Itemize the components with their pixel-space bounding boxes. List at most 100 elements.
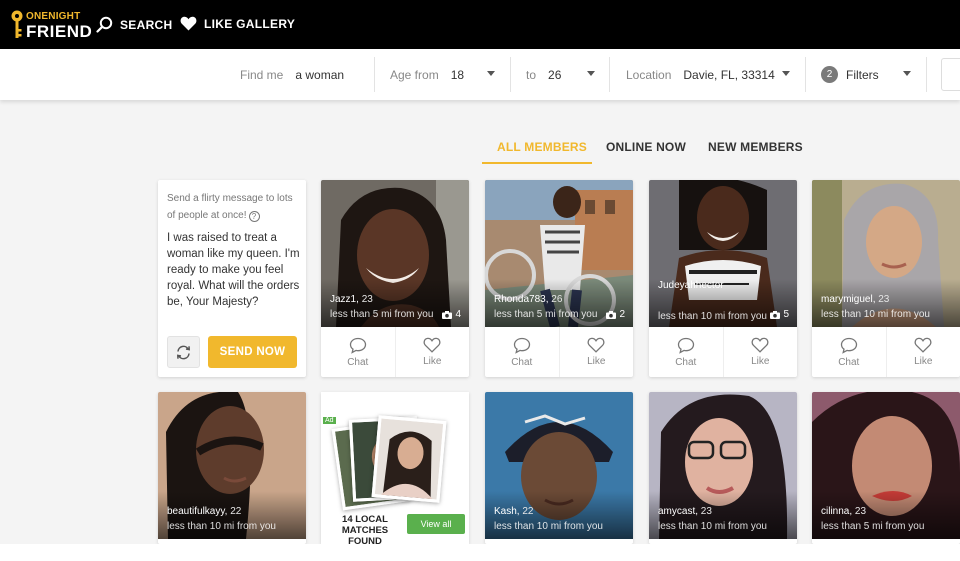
find-me-select[interactable]: Find me a woman	[240, 49, 344, 100]
member-photo[interactable]: marymiguel, 23 less than 10 mi from you	[812, 180, 960, 327]
camera-icon	[442, 310, 453, 319]
chat-bubble-icon	[513, 337, 530, 354]
member-name[interactable]: beautifulkayy, 22	[167, 506, 241, 517]
find-me-value: a woman	[295, 67, 345, 82]
divider	[609, 57, 610, 92]
member-distance: less than 5 mi from you	[494, 309, 598, 320]
member-distance: less than 10 mi from you	[658, 521, 767, 532]
member-actions: Chat Like	[485, 327, 633, 377]
member-card[interactable]: cilinna, 23 less than 5 mi from you	[812, 392, 960, 544]
like-button[interactable]: Like	[394, 327, 470, 377]
like-gallery-nav-label: LIKE GALLERY	[204, 16, 296, 31]
chat-label: Chat	[675, 356, 697, 368]
find-me-label: Find me	[240, 67, 284, 82]
view-all-button[interactable]: View all	[407, 514, 465, 534]
location-select[interactable]: Location Davie, FL, 33314	[626, 49, 775, 100]
member-distance: less than 5 mi from you	[821, 521, 925, 532]
member-photo[interactable]: Jazz1, 23 less than 5 mi from you 4	[321, 180, 469, 327]
heart-outline-icon	[423, 337, 441, 353]
divider	[805, 57, 806, 92]
like-button[interactable]: Like	[885, 327, 960, 377]
member-photo[interactable]: beautifulkayy, 22 less than 10 mi from y…	[158, 392, 306, 539]
tab-online-now[interactable]: ONLINE NOW	[606, 140, 686, 154]
age-from-label: Age from	[390, 67, 439, 82]
active-tab-indicator	[482, 162, 592, 164]
local-matches-ad[interactable]: Ad 14 LOCAL MATCHES FOUND View all	[321, 392, 469, 544]
photo-count[interactable]: 4	[442, 309, 461, 320]
ad-photo-front	[371, 415, 447, 503]
camera-icon	[606, 310, 617, 319]
like-button[interactable]: Like	[722, 327, 798, 377]
member-actions: Chat Like	[812, 327, 960, 377]
flirt-hint-text: Send a flirty message to lots of people …	[167, 193, 293, 221]
member-card[interactable]: marymiguel, 23 less than 10 mi from you …	[812, 180, 960, 377]
member-distance: less than 5 mi from you	[330, 309, 434, 320]
member-distance: less than 10 mi from you	[494, 521, 603, 532]
chat-button[interactable]: Chat	[812, 327, 886, 377]
camera-icon	[770, 310, 781, 319]
member-card[interactable]: amycast, 23 less than 10 mi from you	[649, 392, 797, 544]
age-to-label: to	[526, 67, 537, 82]
tab-all-members[interactable]: ALL MEMBERS	[497, 140, 587, 154]
member-card[interactable]: beautifulkayy, 22 less than 10 mi from y…	[158, 392, 306, 544]
chevron-down-icon[interactable]	[487, 71, 495, 76]
member-name[interactable]: amycast, 23	[658, 506, 712, 517]
location-value: Davie, FL, 33314	[683, 67, 775, 82]
chat-button[interactable]: Chat	[485, 327, 559, 377]
chat-button[interactable]: Chat	[321, 327, 395, 377]
member-distance: less than 10 mi from you	[167, 521, 276, 532]
like-label: Like	[423, 356, 442, 367]
chevron-down-icon[interactable]	[903, 71, 911, 76]
onenight-friend-logo[interactable]: ONENIGHT FRIEND	[10, 8, 92, 44]
divider	[926, 57, 927, 92]
filters-count-badge: 2	[821, 66, 838, 83]
chevron-down-icon[interactable]	[782, 71, 790, 76]
age-to-select[interactable]: to 26	[526, 49, 561, 100]
filters-label: Filters	[846, 67, 879, 82]
photo-count[interactable]: 2	[606, 309, 625, 320]
flirt-message-card: Send a flirty message to lots of people …	[158, 180, 306, 377]
divider	[374, 57, 375, 92]
like-gallery-nav-link[interactable]: LIKE GALLERY	[180, 16, 295, 31]
member-name[interactable]: marymiguel, 23	[821, 294, 889, 305]
filters-dropdown[interactable]: 2 Filters	[821, 49, 879, 100]
search-submit-button[interactable]	[941, 58, 960, 91]
member-photo[interactable]: Judeyahhector less than 10 mi from you 5	[649, 180, 797, 327]
heart-outline-icon	[751, 337, 769, 353]
help-icon[interactable]: ?	[248, 211, 260, 222]
member-card[interactable]: Judeyahhector less than 10 mi from you 5…	[649, 180, 797, 377]
member-name[interactable]: Rhonda783, 26	[494, 294, 562, 305]
member-card[interactable]: Rhonda783, 26 less than 5 mi from you 2 …	[485, 180, 633, 377]
search-nav-link[interactable]: SEARCH	[96, 16, 172, 33]
member-name[interactable]: Jazz1, 23	[330, 294, 373, 305]
chat-button[interactable]: Chat	[649, 327, 723, 377]
photo-count[interactable]: 5	[770, 309, 789, 320]
search-icon	[96, 16, 113, 33]
heart-outline-icon	[914, 337, 932, 353]
member-photo[interactable]: Kash, 22 less than 10 mi from you	[485, 392, 633, 539]
key-icon	[11, 10, 23, 38]
logo-line1: ONENIGHT	[26, 11, 81, 22]
chevron-down-icon[interactable]	[587, 71, 595, 76]
like-button[interactable]: Like	[558, 327, 634, 377]
member-name[interactable]: cilinna, 23	[821, 506, 866, 517]
member-photo[interactable]: amycast, 23 less than 10 mi from you	[649, 392, 797, 539]
like-label: Like	[914, 356, 933, 367]
send-now-button[interactable]: SEND NOW	[208, 336, 297, 368]
member-photo[interactable]: Rhonda783, 26 less than 5 mi from you 2	[485, 180, 633, 327]
chat-bubble-icon	[840, 337, 857, 354]
member-card[interactable]: Kash, 22 less than 10 mi from you	[485, 392, 633, 544]
tab-new-members[interactable]: NEW MEMBERS	[708, 140, 803, 154]
member-actions: Chat Like	[321, 327, 469, 377]
search-filter-bar: Find me a woman Age from 18 to 26 Locati…	[0, 49, 960, 100]
chat-bubble-icon	[349, 337, 366, 354]
member-name[interactable]: Judeyahhector	[658, 280, 724, 291]
age-to-value: 26	[548, 67, 562, 82]
like-label: Like	[751, 356, 770, 367]
member-card[interactable]: Jazz1, 23 less than 5 mi from you 4 Chat…	[321, 180, 469, 377]
age-from-select[interactable]: Age from 18	[390, 49, 464, 100]
member-photo[interactable]: cilinna, 23 less than 5 mi from you	[812, 392, 960, 539]
refresh-message-button[interactable]	[167, 336, 200, 368]
member-name[interactable]: Kash, 22	[494, 506, 533, 517]
chat-label: Chat	[511, 356, 533, 368]
